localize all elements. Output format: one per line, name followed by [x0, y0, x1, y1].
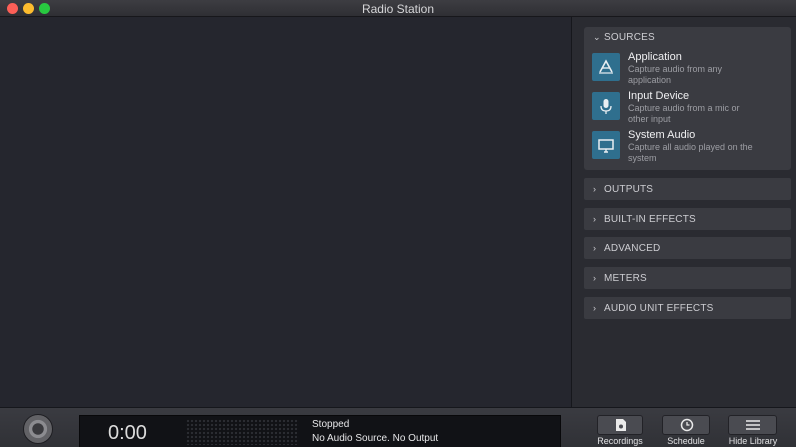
chevron-right-icon: ›	[593, 243, 597, 253]
section-label: ADVANCED	[604, 243, 661, 254]
record-button[interactable]	[23, 414, 53, 444]
section-advanced[interactable]: › ADVANCED	[584, 237, 791, 259]
chevron-right-icon: ›	[593, 273, 597, 283]
section-label: OUTPUTS	[604, 184, 654, 195]
list-icon	[746, 420, 760, 430]
status-display: 0:00 Stopped No Audio Source. No Output	[79, 415, 561, 447]
source-item-input-device[interactable]: Input Device Capture audio from a mic or…	[592, 90, 788, 126]
display-icon	[592, 131, 620, 159]
chevron-down-icon: ⌄	[593, 32, 601, 42]
sources-header-label: SOURCES	[604, 32, 655, 43]
recordings-button[interactable]	[597, 415, 643, 435]
hide-library-label: Hide Library	[728, 436, 778, 446]
elapsed-timer: 0:00	[108, 422, 147, 444]
chevron-right-icon: ›	[593, 303, 597, 313]
source-title: System Audio	[628, 129, 696, 141]
section-built-in-effects[interactable]: › BUILT-IN EFFECTS	[584, 208, 791, 230]
section-audio-unit-effects[interactable]: › AUDIO UNIT EFFECTS	[584, 297, 791, 319]
chevron-right-icon: ›	[593, 184, 597, 194]
schedule-button[interactable]	[662, 415, 710, 435]
source-description: Capture all audio played on the system	[628, 142, 753, 163]
section-meters[interactable]: › METERS	[584, 267, 791, 289]
section-label: AUDIO UNIT EFFECTS	[604, 303, 714, 314]
source-item-application[interactable]: Application Capture audio from any appli…	[592, 51, 788, 87]
status-detail: No Audio Source. No Output	[312, 433, 439, 444]
bottom-toolbar: 0:00 Stopped No Audio Source. No Output …	[0, 407, 796, 447]
source-title: Input Device	[628, 90, 690, 102]
schedule-label: Schedule	[667, 436, 705, 446]
section-label: BUILT-IN EFFECTS	[604, 214, 696, 225]
microphone-icon	[592, 92, 620, 120]
source-description: Capture audio from a mic or other input	[628, 103, 740, 124]
sources-header[interactable]: ⌄ SOURCES	[593, 32, 655, 43]
document-icon	[616, 419, 626, 431]
recordings-label: Recordings	[597, 436, 643, 446]
source-item-system-audio[interactable]: System Audio Capture all audio played on…	[592, 129, 788, 165]
main-canvas	[0, 17, 571, 407]
level-meter	[186, 419, 299, 445]
title-bar: Radio Station	[0, 0, 796, 17]
window-title: Radio Station	[361, 2, 435, 16]
section-outputs[interactable]: › OUTPUTS	[584, 178, 791, 200]
application-icon	[592, 53, 620, 81]
section-label: METERS	[604, 273, 647, 284]
source-description: Capture audio from any application	[628, 64, 723, 85]
clock-icon	[680, 418, 694, 432]
chevron-right-icon: ›	[593, 214, 597, 224]
source-title: Application	[628, 51, 682, 63]
library-sidebar: ⌄ SOURCES Application Capture audio from …	[572, 17, 796, 407]
status-state: Stopped	[312, 419, 350, 430]
sources-panel: ⌄ SOURCES Application Capture audio from …	[584, 27, 791, 170]
hide-library-button[interactable]	[728, 415, 777, 435]
